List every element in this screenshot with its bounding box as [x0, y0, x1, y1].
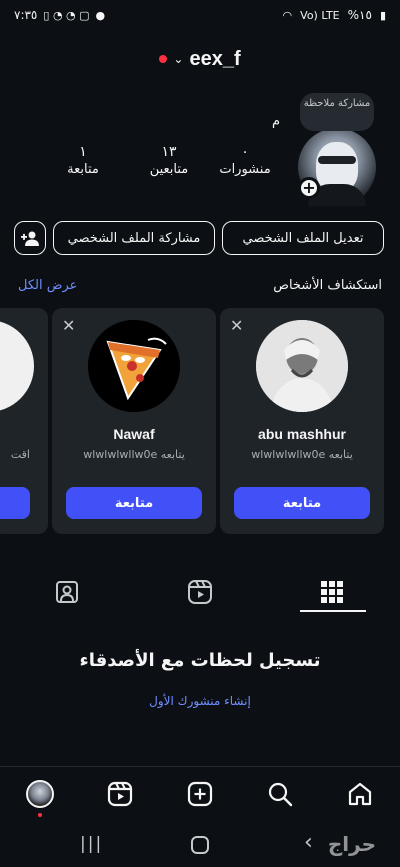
discover-people-title: استكشاف الأشخاص: [273, 278, 382, 293]
active-tab-indicator: [300, 610, 366, 612]
follow-button[interactable]: متابعة: [66, 487, 202, 519]
dot-icon: ●: [95, 8, 106, 22]
system-navigation: ||| ‹ حراج: [0, 826, 400, 867]
home-icon: [348, 782, 372, 806]
tagged-person-icon: [56, 581, 78, 603]
search-icon: [268, 782, 293, 807]
share-profile-button[interactable]: مشاركة الملف الشخصي: [53, 221, 215, 255]
suggestion-card[interactable]: اقت: [0, 308, 48, 534]
time: ٧:٣٥: [14, 8, 38, 22]
posts-count: ٠: [241, 144, 249, 160]
reels-icon: [107, 781, 133, 807]
posts-label: منشورات: [219, 162, 271, 177]
pizza-logo-icon: [88, 320, 180, 412]
profile-header[interactable]: ⌄ eex_f: [0, 42, 400, 76]
tab-reels[interactable]: [166, 572, 234, 612]
signal-icon: ▮: [379, 8, 386, 22]
suggestion-avatar[interactable]: [256, 320, 348, 412]
suggestion-name: abu mashhur: [258, 426, 346, 442]
create-first-post-link[interactable]: إنشاء منشورك الأول: [0, 694, 400, 708]
chevron-down-icon[interactable]: ⌄: [173, 52, 183, 66]
volte-label: Vo) LTE: [300, 8, 340, 22]
suggestion-name: Nawaf: [113, 426, 155, 442]
following-count: ١: [79, 144, 87, 160]
follow-button[interactable]: متابعة: [234, 487, 370, 519]
profile-name: م: [271, 114, 280, 129]
grid-icon: [321, 581, 343, 603]
tab-tagged[interactable]: [33, 572, 101, 612]
battery-level: %١٥: [347, 8, 372, 22]
suggestion-subtitle: اقت: [10, 448, 30, 461]
stat-followers[interactable]: ١٣ متابعين: [134, 144, 204, 177]
suggestion-card[interactable]: ✕ Nawaf يتابعه wlwlwlwllw0e متابعة: [52, 308, 216, 534]
see-all-link[interactable]: عرض الكل: [18, 278, 77, 293]
nav-profile[interactable]: [25, 779, 55, 817]
close-icon[interactable]: ✕: [230, 316, 243, 335]
wifi-icon: ◠: [282, 8, 293, 22]
nav-create[interactable]: [185, 779, 215, 809]
suggestion-subtitle: يتابعه wlwlwlwllw0e: [251, 448, 353, 461]
status-bar: ٧:٣٥ ▯ ◔ ◔ ▢ ● ◠ Vo) LTE %١٥ ▮: [0, 0, 400, 34]
home-button-icon[interactable]: [191, 836, 209, 854]
nav-home[interactable]: [345, 779, 375, 809]
add-story-icon[interactable]: +: [298, 177, 320, 199]
suggestion-avatar[interactable]: [88, 320, 180, 412]
followers-label: متابعين: [149, 162, 189, 177]
recent-apps-icon[interactable]: |||: [80, 834, 103, 854]
tab-posts-grid[interactable]: [298, 572, 366, 612]
edit-profile-button[interactable]: تعديل الملف الشخصي: [222, 221, 384, 255]
back-icon[interactable]: ‹: [304, 830, 313, 855]
live-indicator-dot: [159, 55, 168, 63]
suggestion-card[interactable]: ✕ abu mashhur يتابعه wlwlwlwllw0e متابعة: [220, 308, 384, 534]
following-label: متابعة: [67, 162, 99, 177]
close-icon[interactable]: ✕: [62, 316, 75, 335]
follow-button[interactable]: [0, 487, 30, 519]
empty-state-title: تسجيل لحظات مع الأصدقاء: [79, 650, 321, 671]
add-person-icon: [21, 231, 39, 246]
avatar-blindfold: [318, 156, 356, 164]
suggestion-subtitle: يتابعه wlwlwlwllw0e: [83, 448, 185, 461]
person-photo-icon: [256, 320, 348, 412]
stat-posts[interactable]: ٠ منشورات: [210, 144, 280, 177]
username[interactable]: eex_f: [189, 48, 240, 71]
suggestion-avatar[interactable]: [0, 320, 34, 412]
discover-people-button[interactable]: [14, 221, 46, 255]
share-note-bubble[interactable]: مشاركة ملاحظة: [300, 93, 374, 131]
notification-dot: [38, 813, 42, 817]
stat-following[interactable]: ١ متابعة: [48, 144, 118, 177]
add-post-icon: [187, 781, 213, 807]
profile-avatar-small: [26, 780, 54, 808]
followers-count: ١٣: [161, 144, 177, 160]
reels-icon: [188, 580, 212, 604]
watermark-logo: حراج: [327, 832, 376, 856]
nav-search[interactable]: [265, 779, 295, 809]
nav-reels[interactable]: [105, 779, 135, 809]
bottom-navigation: [0, 766, 400, 818]
notification-icons: ▯ ◔ ◔ ▢: [43, 8, 90, 22]
